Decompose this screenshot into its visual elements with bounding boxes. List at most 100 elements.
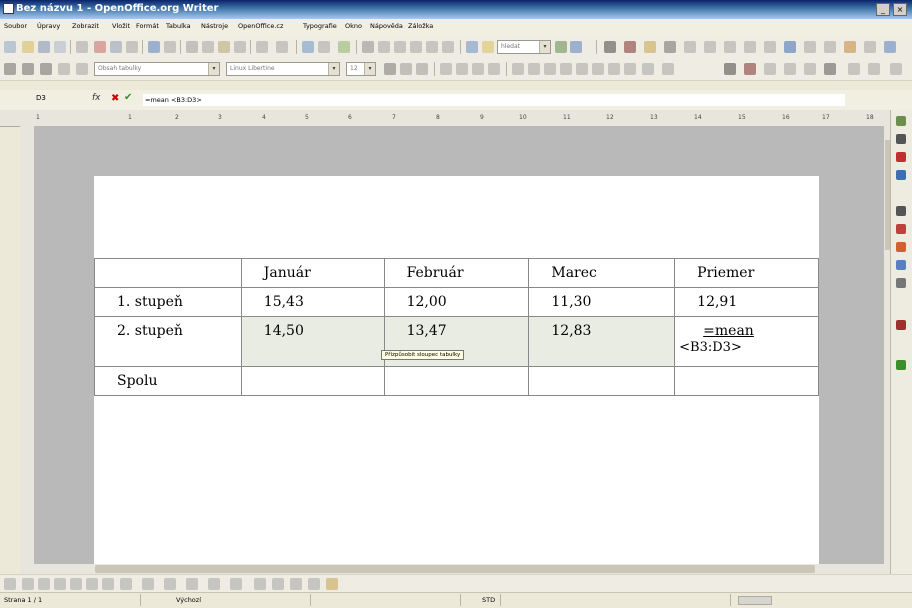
chevron-down-icon[interactable]: ▾: [539, 41, 550, 53]
minimize-button[interactable]: _: [876, 3, 890, 16]
sidebar-tool-7-icon[interactable]: [896, 242, 906, 252]
table-header-cell[interactable]: Marec: [528, 258, 676, 288]
align-right-icon[interactable]: [472, 63, 484, 75]
apply-icon[interactable]: ✔: [124, 92, 132, 103]
menu-item-upravy[interactable]: Úpravy: [37, 22, 60, 30]
sidebar-tool-3-icon[interactable]: [896, 152, 906, 162]
indent-tool-4-icon[interactable]: [624, 63, 636, 75]
table-header-cell[interactable]: Február: [383, 258, 530, 288]
callouts-2-icon[interactable]: [208, 578, 220, 590]
new-document-icon[interactable]: [4, 41, 16, 53]
sidebar-tool-10-icon[interactable]: [896, 320, 906, 330]
line-icon[interactable]: [22, 578, 34, 590]
table-cell[interactable]: 15,43: [240, 287, 385, 317]
styles-formatting-icon[interactable]: [4, 63, 16, 75]
points-icon[interactable]: [254, 578, 266, 590]
edit-file-icon[interactable]: [76, 41, 88, 53]
typo-tool-22-icon[interactable]: [848, 63, 860, 75]
clone-format-icon[interactable]: [234, 41, 246, 53]
hyperlink-icon[interactable]: [302, 41, 314, 53]
nonprinting-chars-icon[interactable]: [426, 41, 438, 53]
table-cell[interactable]: Spolu: [94, 366, 242, 396]
typo-tool-3-icon[interactable]: [644, 41, 656, 53]
typo-tool-17-icon[interactable]: [744, 63, 756, 75]
horizontal-ruler[interactable]: 1 1 2 3 4 5 6 7 8 9 10 11 12 13 14 15 16…: [0, 110, 890, 127]
menu-item-soubor[interactable]: Soubor: [4, 22, 27, 30]
fontwork-icon[interactable]: [272, 578, 284, 590]
open-icon[interactable]: [22, 41, 34, 53]
align-left-icon[interactable]: [440, 63, 452, 75]
typo-tool-15-icon[interactable]: [884, 41, 896, 53]
typo-tool-14-icon[interactable]: [864, 41, 876, 53]
table-cell[interactable]: 12,91: [674, 287, 819, 317]
typo-tool-9-icon[interactable]: [764, 41, 776, 53]
vertical-scroll-thumb[interactable]: [885, 140, 890, 250]
table-cell[interactable]: [528, 366, 676, 396]
basic-shapes-icon[interactable]: [120, 578, 132, 590]
typo-tool-13-icon[interactable]: [844, 41, 856, 53]
data-table[interactable]: Január Február Marec Priemer 1. stupeň 1…: [94, 258, 819, 396]
editing-cell[interactable]: =mean <B3:D3>: [674, 316, 819, 367]
sidebar-tool-2-icon[interactable]: [896, 134, 906, 144]
typo-tool-18-icon[interactable]: [764, 63, 776, 75]
table-header-cell[interactable]: Priemer: [674, 258, 819, 288]
style-tool-2-icon[interactable]: [40, 63, 52, 75]
find-next-icon[interactable]: [555, 41, 567, 53]
paragraph-style-select[interactable]: Obsah tabulky ▾: [94, 62, 220, 76]
text-icon[interactable]: [86, 578, 98, 590]
ellipse-icon[interactable]: [54, 578, 66, 590]
indent-tool-icon[interactable]: [576, 63, 588, 75]
table-cell[interactable]: 12,83: [528, 316, 676, 367]
indent-tool-3-icon[interactable]: [608, 63, 620, 75]
stars-icon[interactable]: [230, 578, 242, 590]
typo-tool-16-icon[interactable]: [724, 63, 736, 75]
from-file-icon[interactable]: [290, 578, 302, 590]
view-layout-icon[interactable]: [738, 596, 772, 605]
sidebar-tool-11-icon[interactable]: [896, 360, 906, 370]
menu-item-nastroje[interactable]: Nástroje: [201, 22, 228, 30]
spellcheck-icon[interactable]: [148, 41, 160, 53]
table-cell[interactable]: 1. stupeň: [94, 287, 242, 317]
freeform-icon[interactable]: [70, 578, 82, 590]
table-icon[interactable]: [318, 41, 330, 53]
typo-tool-21-icon[interactable]: [824, 63, 836, 75]
increase-indent-icon[interactable]: [560, 63, 572, 75]
font-size-select[interactable]: 12 ▾: [346, 62, 376, 76]
typo-tool-4-icon[interactable]: [664, 41, 676, 53]
typo-tool-7-icon[interactable]: [724, 41, 736, 53]
chevron-down-icon[interactable]: ▾: [328, 63, 339, 75]
rectangle-icon[interactable]: [38, 578, 50, 590]
paste-icon[interactable]: [218, 41, 230, 53]
cut-icon[interactable]: [186, 41, 198, 53]
navigator-icon[interactable]: [378, 41, 390, 53]
select-icon[interactable]: [4, 578, 16, 590]
gallery-icon[interactable]: [394, 41, 406, 53]
menu-item-openoffice-cz[interactable]: OpenOffice.cz: [238, 22, 283, 30]
table-cell[interactable]: [240, 366, 385, 396]
typo-tool-11-icon[interactable]: [804, 41, 816, 53]
menu-item-zobrazit[interactable]: Zobrazit: [72, 22, 99, 30]
decrease-indent-icon[interactable]: [544, 63, 556, 75]
bullets-icon[interactable]: [528, 63, 540, 75]
horizontal-scroll-thumb[interactable]: [95, 565, 815, 573]
sidebar-tool-6-icon[interactable]: [896, 224, 906, 234]
autospellcheck-icon[interactable]: [164, 41, 176, 53]
find-replace-icon[interactable]: [362, 41, 374, 53]
font-color-icon[interactable]: [642, 63, 654, 75]
export-pdf-icon[interactable]: [94, 41, 106, 53]
bold-icon[interactable]: [384, 63, 396, 75]
table-header-cell[interactable]: [94, 258, 242, 288]
flowcharts-icon[interactable]: [186, 578, 198, 590]
menu-item-zalozka[interactable]: Záložka: [408, 22, 433, 30]
numbering-icon[interactable]: [512, 63, 524, 75]
find-prev-icon[interactable]: [570, 41, 582, 53]
document-page[interactable]: Január Február Marec Priemer 1. stupeň 1…: [94, 176, 819, 564]
menu-item-typografie[interactable]: Typografie: [303, 22, 337, 30]
highlighting-icon[interactable]: [662, 63, 674, 75]
menu-item-tabulka[interactable]: Tabulka: [166, 22, 191, 30]
typo-tool-8-icon[interactable]: [744, 41, 756, 53]
undo-icon[interactable]: [256, 41, 268, 53]
typo-tool-19-icon[interactable]: [784, 63, 796, 75]
sidebar-tool-4-icon[interactable]: [896, 170, 906, 180]
data-sources-icon[interactable]: [410, 41, 422, 53]
